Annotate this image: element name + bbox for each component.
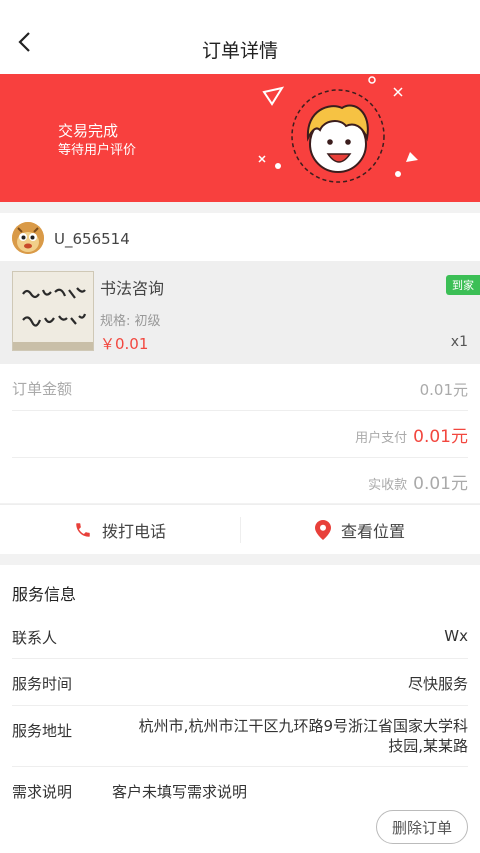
smiling-boy-illustration [258, 76, 418, 183]
user-paid-row: 用户支付 0.01元 [0, 410, 480, 456]
customer-row: U_656514 [0, 213, 480, 261]
product-thumbnail [12, 271, 94, 351]
service-address-row: 服务地址 杭州市,杭州市江干区九环路9号浙江省国家大学科 技园,某某路 [0, 706, 480, 766]
service-address-line2: 技园,某某路 [388, 737, 468, 755]
order-amount-label: 订单金额 [12, 380, 73, 398]
location-pin-icon [314, 520, 331, 540]
contact-value: Wx [444, 627, 468, 645]
product-name: 书法咨询 [100, 279, 165, 298]
product-quantity: x1 [450, 334, 468, 350]
contact-label: 联系人 [12, 629, 58, 647]
order-status-subtitle: 等待用户评价 [58, 143, 137, 158]
service-address-line1: 杭州市,杭州市江干区九环路9号浙江省国家大学科 [138, 717, 468, 735]
delete-order-button[interactable]: 删除订单 [376, 810, 468, 844]
requirement-value: 客户未填写需求说明 [112, 783, 248, 801]
top-nav-bar: 订单详情 [0, 0, 480, 74]
customer-username: U_656514 [54, 230, 130, 248]
service-time-value: 尽快服务 [407, 675, 468, 693]
avatar [12, 222, 44, 254]
user-paid-label: 用户支付 [355, 431, 408, 446]
user-paid-value: 0.01元 [413, 427, 468, 447]
phone-icon [76, 523, 90, 537]
order-amount-value: 0.01元 [419, 381, 468, 399]
service-address-value: 杭州市,杭州市江干区九环路9号浙江省国家大学科 技园,某某路 [139, 716, 468, 756]
action-bar: 拨打电话 查看位置 [0, 504, 480, 554]
received-row: 实收款 0.01元 [0, 457, 480, 503]
product-item[interactable]: 书法咨询 规格: 初级 ￥0.01 x1 到家 [0, 261, 480, 364]
service-info-section: 服务信息 联系人 Wx 服务时间 尽快服务 服务地址 杭州市,杭州市江干区九环路… [0, 565, 480, 805]
bottom-bar: 删除订单 [0, 802, 480, 853]
order-card: U_656514 书法咨询 规格: 初级 ￥0.01 x1 到家 订单金额 0.… [0, 213, 480, 503]
view-location-label: 查看位置 [340, 522, 405, 541]
requirement-row: 需求说明 客户未填写需求说明 [0, 767, 480, 807]
service-time-row: 服务时间 尽快服务 [0, 659, 480, 705]
service-address-label: 服务地址 [12, 722, 73, 740]
product-spec: 规格: 初级 [100, 314, 161, 329]
call-phone-label: 拨打电话 [101, 522, 166, 541]
order-amount-row: 订单金额 0.01元 [0, 364, 480, 410]
service-info-title: 服务信息 [12, 585, 77, 604]
contact-row: 联系人 Wx [0, 613, 480, 659]
received-label: 实收款 [368, 478, 408, 493]
order-status-banner: 交易完成 等待用户评价 [0, 74, 480, 202]
page-title: 订单详情 [201, 40, 278, 62]
call-phone-button[interactable]: 拨打电话 [0, 505, 240, 555]
product-price: ￥0.01 [100, 335, 149, 353]
service-time-label: 服务时间 [12, 675, 73, 693]
view-location-button[interactable]: 查看位置 [240, 505, 480, 555]
service-type-badge: 到家 [446, 275, 480, 295]
received-value: 0.01元 [413, 474, 468, 494]
requirement-label: 需求说明 [12, 783, 73, 801]
order-status-text: 交易完成 [58, 122, 119, 140]
